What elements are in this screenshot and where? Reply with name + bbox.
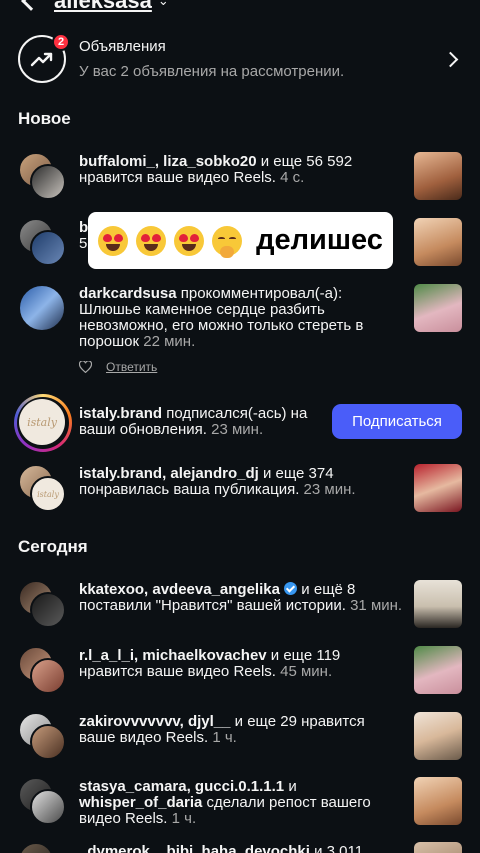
notification-time: 1 ч. xyxy=(208,729,237,746)
back-icon[interactable] xyxy=(21,0,41,11)
chevron-down-icon[interactable]: ⌄ xyxy=(158,0,169,9)
avatar xyxy=(30,658,66,694)
avatar-stack[interactable] xyxy=(18,152,66,200)
notification-text: 5 xyxy=(79,235,88,252)
avatar-stack[interactable] xyxy=(18,218,66,266)
ads-title: Объявления xyxy=(79,38,166,55)
chevron-right-icon[interactable] xyxy=(442,51,459,67)
notification-users[interactable]: _dymerok_, bibi_haha_devochki xyxy=(79,843,310,853)
notification-time: 31 мин. xyxy=(345,597,403,614)
notification-item[interactable]: zakirovvvvvvv, djyl__ и еще 29 нравится … xyxy=(18,712,462,760)
notification-users[interactable]: istaly.brand, alejandro_dj xyxy=(79,465,259,482)
notification-users[interactable]: zakirovvvvvvv, djyl__ xyxy=(79,713,231,730)
reel-thumbnail[interactable] xyxy=(414,712,462,760)
notification-users[interactable]: buffalomi_, liza_sobko20 xyxy=(79,153,257,170)
avatar: istaly xyxy=(30,476,66,512)
reel-thumbnail[interactable] xyxy=(414,777,462,825)
ads-count-badge: 2 xyxy=(52,33,70,51)
notification-users[interactable]: istaly.brand xyxy=(79,405,162,422)
reel-thumbnail[interactable] xyxy=(414,284,462,332)
heart-icon[interactable] xyxy=(79,361,92,373)
avatar xyxy=(30,592,66,628)
ads-row[interactable]: 2 Объявления У вас 2 объявления на рассм… xyxy=(18,33,462,84)
verified-badge-icon xyxy=(284,582,298,595)
ads-icon-circle: 2 xyxy=(18,33,70,83)
avatar-stack[interactable]: istaly xyxy=(18,464,66,512)
notification-item[interactable]: istaly istaly.brand подписался(-ась) на … xyxy=(14,394,462,452)
avatar-stack[interactable] xyxy=(18,646,66,694)
trending-up-icon xyxy=(30,52,53,67)
avatar-stack[interactable] xyxy=(18,284,66,332)
notification-time: 1 ч. xyxy=(167,810,197,827)
notification-users[interactable]: darkcardsusa xyxy=(79,285,177,302)
notification-item[interactable]: r.l_a_l_i, michaelkovachev и еще 119 нра… xyxy=(18,646,462,694)
notification-item[interactable]: istaly istaly.brand, alejandro_dj и еще … xyxy=(18,464,462,512)
section-title-new: Новое xyxy=(18,109,71,128)
post-thumbnail[interactable] xyxy=(414,464,462,512)
hand-over-mouth-emoji-icon xyxy=(212,225,243,258)
notification-time: 22 мин. xyxy=(139,333,196,350)
section-title-today: Сегодня xyxy=(18,537,88,556)
heart-eyes-emoji-icon xyxy=(136,225,167,256)
account-username[interactable]: alieksasa xyxy=(54,0,152,14)
notification-time: 45 мин. xyxy=(275,663,333,680)
avatar xyxy=(30,789,66,825)
avatar-stack[interactable] xyxy=(18,712,66,760)
story-thumbnail[interactable] xyxy=(414,580,462,628)
notification-item[interactable]: stasya_camara, gucci.0.1.1.1 и whisper_o… xyxy=(18,777,462,827)
reel-thumbnail[interactable] xyxy=(414,152,462,200)
avatar-stack[interactable] xyxy=(18,580,66,628)
avatar xyxy=(30,164,66,200)
notification-time: 4 с. xyxy=(275,169,305,186)
avatar xyxy=(18,284,66,332)
heart-eyes-emoji-icon xyxy=(174,225,205,256)
notification-text: и xyxy=(284,778,297,795)
top-bar: alieksasa ⌄ xyxy=(18,0,169,16)
heart-eyes-emoji-icon xyxy=(98,225,129,256)
reel-thumbnail[interactable] xyxy=(414,218,462,266)
sticker-text: делишес xyxy=(256,224,383,256)
brand-avatar: istaly xyxy=(19,399,65,445)
notification-users[interactable]: b xyxy=(79,219,88,236)
notification-item[interactable]: _dymerok_, bibi_haha_devochki и 3 011 xyxy=(18,842,462,853)
notification-text: и 3 011 xyxy=(309,843,364,853)
notification-item[interactable]: darkcardsusa прокомментировал(-а): Шлюшь… xyxy=(18,284,462,350)
avatar xyxy=(30,724,66,760)
comment-actions: Ответить xyxy=(79,360,157,374)
reel-thumbnail[interactable] xyxy=(414,646,462,694)
notification-item[interactable]: kkatexoo, avdeeva_angelika и ещё 8 поста… xyxy=(18,580,462,628)
avatar-stack[interactable] xyxy=(18,777,66,825)
reel-thumbnail[interactable] xyxy=(414,842,462,853)
notification-users[interactable]: kkatexoo, avdeeva_angelika xyxy=(79,581,280,598)
avatar-story-ring[interactable]: istaly xyxy=(14,394,72,452)
notification-users[interactable]: stasya_camara, gucci.0.1.1.1 xyxy=(79,778,284,795)
ads-subtitle: У вас 2 объявления на рассмотрении. xyxy=(79,63,345,80)
avatar-stack[interactable] xyxy=(18,842,66,853)
reply-button[interactable]: Ответить xyxy=(106,360,157,374)
notification-time: 23 мин. xyxy=(299,481,356,498)
avatar xyxy=(18,842,54,853)
notification-users[interactable]: whisper_of_daria xyxy=(79,794,202,811)
notification-item[interactable]: buffalomi_, liza_sobko20 и еще 56 592 нр… xyxy=(18,152,462,200)
notification-users[interactable]: r.l_a_l_i, michaelkovachev xyxy=(79,647,267,664)
notification-time: 23 мин. xyxy=(206,421,264,438)
avatar xyxy=(30,230,66,266)
emoji-sticker-overlay: делишес xyxy=(88,212,393,269)
follow-button[interactable]: Подписаться xyxy=(332,404,462,439)
